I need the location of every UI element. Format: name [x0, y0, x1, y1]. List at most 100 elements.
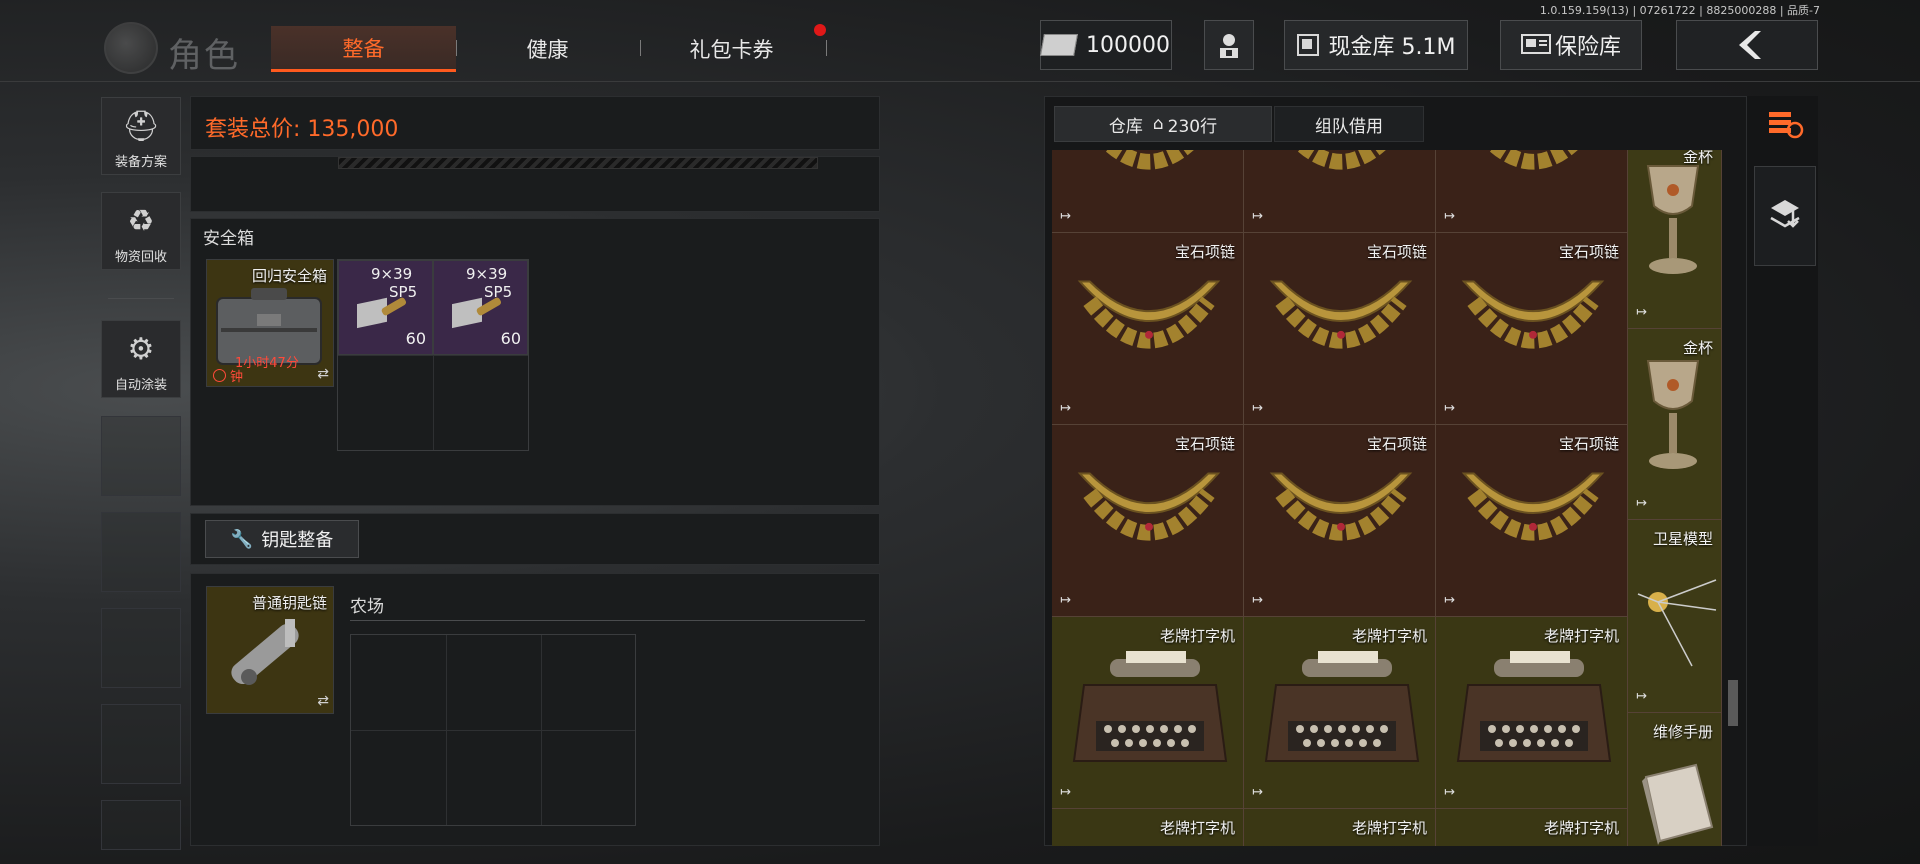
- paint-brush-icon: ⚙: [127, 332, 155, 367]
- swap-icon[interactable]: ⇄: [317, 366, 329, 382]
- ammo-item[interactable]: 9×39 SP5 60: [433, 260, 528, 355]
- warehouse-item-necklace[interactable]: 宝石项链 ↦: [1436, 425, 1628, 617]
- tab-health[interactable]: 健康: [460, 26, 635, 72]
- typewriter-icon: [1456, 651, 1612, 762]
- move-out-icon[interactable]: ↦: [1252, 593, 1263, 608]
- safe-case-item[interactable]: 回归安全箱 1小时47分 钟 ⇄: [206, 259, 334, 387]
- item-name: 宝石项链: [1174, 435, 1235, 453]
- item-name: 宝石项链: [1174, 243, 1235, 261]
- keychain-item[interactable]: 普通钥匙链 ⇄: [206, 586, 334, 714]
- item-name: 老牌打字机: [1351, 819, 1427, 837]
- warehouse-item-satellite-model[interactable]: 卫星模型 ↦: [1628, 520, 1722, 713]
- item-name: 老牌打字机: [1351, 627, 1427, 645]
- clock-icon: [213, 369, 226, 382]
- warehouse-item-gold-cup[interactable]: 金杯 ↦: [1628, 329, 1722, 520]
- sort-button[interactable]: [1754, 98, 1816, 150]
- item-name: 普通钥匙链: [251, 594, 327, 612]
- helmet-icon: ⛑: [121, 109, 161, 144]
- warehouse-item-typewriter[interactable]: 老牌打字机 ↦: [1052, 617, 1244, 809]
- cash-vault-button[interactable]: 现金库 5.1M: [1284, 20, 1468, 70]
- collect-button[interactable]: [1754, 166, 1816, 266]
- item-name: 宝石项链: [1366, 243, 1427, 261]
- move-out-icon[interactable]: ↦: [1252, 785, 1263, 800]
- sort-stack-icon: [1769, 112, 1804, 139]
- support-button[interactable]: [1204, 20, 1254, 70]
- warehouse-item-typewriter[interactable]: 老牌打字机 ↦: [1436, 617, 1628, 809]
- back-arrow-icon: [1739, 31, 1761, 59]
- move-out-icon[interactable]: ↦: [1636, 305, 1647, 320]
- swap-icon[interactable]: ⇄: [317, 693, 329, 709]
- warehouse-scrollbar[interactable]: [1728, 680, 1738, 726]
- move-out-icon[interactable]: ↦: [1636, 496, 1647, 511]
- case-timer-suffix: 钟: [230, 370, 244, 385]
- warehouse-item-necklace[interactable]: ↦: [1436, 150, 1628, 233]
- wrench-icon: 🔧: [230, 528, 254, 550]
- page-title: 角色: [168, 36, 240, 76]
- necklace-icon: [1269, 472, 1413, 541]
- safe-vault-label: 保险库: [1554, 35, 1621, 60]
- tab-separator: [640, 40, 641, 56]
- move-out-icon[interactable]: ↦: [1060, 209, 1071, 224]
- key-area-label: 农场: [350, 597, 384, 617]
- ammo-caliber: 9×39: [371, 265, 413, 283]
- item-name: 老牌打字机: [1543, 819, 1619, 837]
- ammo-quantity: 60: [500, 329, 521, 348]
- vault-icon: [1296, 34, 1319, 56]
- sidebar-empty-slot: [101, 704, 181, 784]
- agent-icon: [1220, 34, 1238, 58]
- sidebar-divider: [108, 298, 174, 299]
- ammo-type: SP5: [484, 283, 513, 301]
- move-out-icon[interactable]: ↦: [1252, 209, 1263, 224]
- ammo-caliber: 9×39: [466, 265, 508, 283]
- necklace-icon: [1296, 150, 1386, 170]
- sidebar-item-recycle[interactable]: ♻ 物资回收: [101, 192, 181, 270]
- item-name: 老牌打字机: [1159, 627, 1235, 645]
- warehouse-item-necklace[interactable]: 宝石项链 ↦: [1052, 425, 1244, 617]
- move-out-icon[interactable]: ↦: [1636, 689, 1647, 704]
- back-button[interactable]: [1676, 20, 1818, 70]
- move-out-icon[interactable]: ↦: [1060, 785, 1071, 800]
- tab-team-borrow[interactable]: 组队借用: [1274, 106, 1424, 142]
- tab-gift-coupons[interactable]: 礼包卡券: [644, 26, 819, 72]
- move-out-icon[interactable]: ↦: [1444, 593, 1455, 608]
- area-divider: [350, 620, 865, 621]
- key-loadout-button[interactable]: 🔧 钥匙整备: [205, 520, 359, 558]
- warehouse-item-necklace[interactable]: ↦: [1052, 150, 1244, 233]
- warehouse-item-necklace[interactable]: 宝石项链 ↦: [1244, 425, 1436, 617]
- move-out-icon[interactable]: ↦: [1060, 593, 1071, 608]
- necklace-icon: [1461, 472, 1605, 541]
- goblet-icon: [1646, 360, 1700, 469]
- sidebar-item-label: 物资回收: [114, 250, 167, 265]
- manual-icon: [1642, 763, 1714, 845]
- warehouse-item-necklace[interactable]: ↦: [1244, 150, 1436, 233]
- necklace-icon: [1269, 280, 1413, 349]
- warehouse-item-gold-cup[interactable]: 金杯 ↦: [1628, 150, 1722, 329]
- sidebar-empty-slot: [101, 608, 181, 688]
- currency-amount: 100000: [1086, 32, 1170, 58]
- necklace-icon: [1104, 150, 1194, 170]
- warehouse-item-necklace[interactable]: 宝石项链 ↦: [1244, 233, 1436, 425]
- typewriter-icon: [1264, 651, 1420, 762]
- item-name: 老牌打字机: [1159, 819, 1235, 837]
- ammo-item[interactable]: 9×39 SP5 60: [338, 260, 433, 355]
- warehouse-item-typewriter[interactable]: 老牌打字机 ↦: [1244, 617, 1436, 809]
- warehouse-tab-label: 仓库: [1108, 116, 1143, 137]
- warehouse-rows-label: 230行: [1167, 116, 1218, 137]
- sidebar-item-auto-paint[interactable]: ⚙ 自动涂装: [101, 320, 181, 398]
- currency-display: 100000: [1040, 20, 1172, 70]
- warehouse-item-repair-manual[interactable]: 维修手册: [1628, 713, 1722, 846]
- safe-vault-button[interactable]: 保险库: [1500, 20, 1642, 70]
- move-out-icon[interactable]: ↦: [1060, 401, 1071, 416]
- tab-warehouse[interactable]: 仓库 ⌂ 230行: [1054, 106, 1272, 142]
- move-out-icon[interactable]: ↦: [1444, 209, 1455, 224]
- warehouse-item-necklace[interactable]: 宝石项链 ↦: [1052, 233, 1244, 425]
- sidebar-item-loadout-plans[interactable]: ⛑ 装备方案: [101, 97, 181, 175]
- warehouse-item-typewriter[interactable]: 老牌打字机: [1052, 809, 1244, 846]
- move-out-icon[interactable]: ↦: [1252, 401, 1263, 416]
- tab-equipment[interactable]: 整备: [271, 26, 456, 72]
- warehouse-item-typewriter[interactable]: 老牌打字机: [1436, 809, 1628, 846]
- move-out-icon[interactable]: ↦: [1444, 401, 1455, 416]
- warehouse-item-necklace[interactable]: 宝石项链 ↦: [1436, 233, 1628, 425]
- move-out-icon[interactable]: ↦: [1444, 785, 1455, 800]
- warehouse-item-typewriter[interactable]: 老牌打字机: [1244, 809, 1436, 846]
